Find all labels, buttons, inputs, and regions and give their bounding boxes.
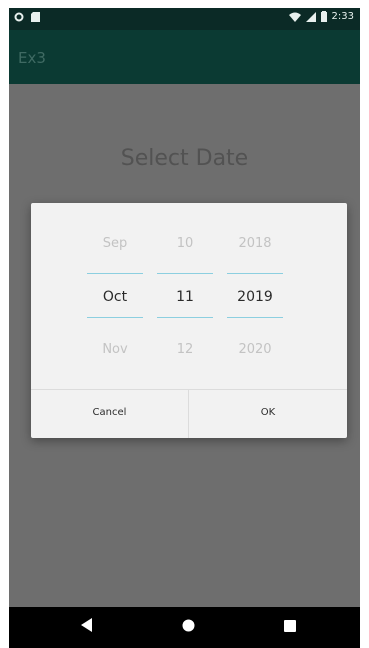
year-selected[interactable]: 2019 <box>227 289 283 305</box>
day-prev[interactable]: 10 <box>157 236 213 251</box>
status-right-icons: 2:33 <box>288 11 354 22</box>
year-selection-line-bottom <box>227 317 283 318</box>
month-prev[interactable]: Sep <box>87 236 143 251</box>
back-icon[interactable] <box>81 618 93 632</box>
signal-icon <box>305 11 316 22</box>
recents-icon[interactable] <box>284 620 296 632</box>
circle-notification-icon <box>14 12 24 22</box>
home-icon[interactable] <box>182 619 195 632</box>
navigation-bar <box>9 607 360 648</box>
year-picker[interactable]: 2018 2019 2020 <box>227 203 283 388</box>
year-next[interactable]: 2020 <box>227 342 283 357</box>
cancel-button[interactable]: Cancel <box>31 390 189 438</box>
month-picker[interactable]: Sep Oct Nov <box>87 203 143 388</box>
status-time: 2:33 <box>331 11 354 22</box>
day-selection-line-top <box>157 273 213 274</box>
day-selection-line-bottom <box>157 317 213 318</box>
phone-screen: 2:33 Ex3 Select Date Sep Oct Nov 10 11 1… <box>9 8 360 648</box>
year-selection-line-top <box>227 273 283 274</box>
battery-icon <box>320 11 327 22</box>
month-next[interactable]: Nov <box>87 342 143 357</box>
ok-button[interactable]: OK <box>189 390 347 438</box>
month-selection-line-top <box>87 273 143 274</box>
day-next[interactable]: 12 <box>157 342 213 357</box>
status-bar: 2:33 <box>9 8 360 30</box>
date-picker-dialog: Sep Oct Nov 10 11 12 2018 2019 2020 Canc… <box>31 203 347 438</box>
sd-card-icon <box>31 12 40 22</box>
month-selected[interactable]: Oct <box>87 289 143 305</box>
app-bar: Ex3 <box>9 30 360 84</box>
select-date-heading: Select Date <box>120 146 249 171</box>
month-selection-line-bottom <box>87 317 143 318</box>
day-selected[interactable]: 11 <box>157 289 213 305</box>
day-picker[interactable]: 10 11 12 <box>157 203 213 388</box>
wifi-icon <box>288 12 301 22</box>
status-left-icons <box>14 12 40 22</box>
app-title: Ex3 <box>18 49 46 67</box>
year-prev[interactable]: 2018 <box>227 236 283 251</box>
